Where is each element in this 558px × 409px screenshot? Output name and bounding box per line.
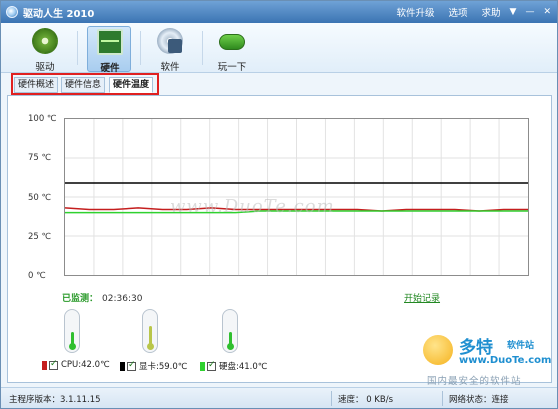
monitor-label: 已监测： — [62, 294, 99, 304]
cd-icon — [157, 28, 183, 54]
y-tick-label: 75 ℃ — [28, 153, 52, 163]
monitor-time: 02:36:30 — [102, 294, 143, 304]
thermometer-bulb — [69, 343, 76, 350]
tool-driver-label: 驱动 — [35, 62, 55, 73]
tool-play-button[interactable]: 玩一下 — [210, 26, 254, 73]
legend-gpu: 显卡:59.0℃ — [120, 360, 187, 372]
duote-url: www.DuoTe.com — [459, 355, 552, 366]
toolbar-divider — [77, 31, 78, 65]
thermometer-bulb — [227, 343, 234, 350]
watermark-text: www.DuoTe.com — [170, 196, 335, 217]
app-window: 驱动人生 2010 软件升级 选项 求助 ▼ — ✕ 驱动 硬件 软件 玩一下 — [0, 0, 558, 409]
status-version: 主程序版本：3.1.11.15 — [9, 395, 101, 405]
gear-icon — [32, 28, 58, 54]
tool-software-button[interactable]: 软件 — [148, 26, 192, 73]
toolbar-divider — [202, 31, 203, 65]
disk-thermometer — [222, 309, 238, 353]
close-icon[interactable]: ✕ — [543, 7, 551, 17]
y-tick-label: 50 ℃ — [28, 193, 52, 203]
legend-cpu-checkbox[interactable] — [49, 359, 58, 370]
y-tick-label: 0 ℃ — [28, 271, 46, 281]
legend-disk: 硬盘:41.0℃ — [200, 360, 267, 372]
duote-mascot-icon — [423, 335, 453, 365]
legend-disk-label: 硬盘:41.0℃ — [219, 362, 268, 372]
app-logo-icon — [6, 6, 18, 18]
minimize-icon[interactable]: — — [525, 7, 534, 17]
duote-logo: 多特 软件站 www.DuoTe.com 国内最安全的软件站 — [419, 331, 553, 387]
toolbar-divider — [140, 31, 141, 65]
monitor-pulse-icon — [97, 29, 123, 55]
tool-software-label: 软件 — [160, 62, 180, 73]
tab-hardware-overview[interactable]: 硬件概述 — [14, 77, 59, 93]
start-record-link[interactable]: 开始记录 — [404, 291, 440, 304]
y-tick-label: 25 ℃ — [28, 232, 52, 242]
duote-sub: 软件站 — [507, 341, 535, 351]
status-divider — [442, 391, 443, 406]
legend-swatch — [120, 361, 125, 371]
menu-dropdown-icon[interactable]: ▼ — [510, 7, 517, 17]
menu-help[interactable]: 求助 — [482, 5, 501, 19]
legend-cpu-label: CPU:42.0℃ — [61, 360, 110, 370]
y-tick-label: 100 ℃ — [28, 114, 57, 124]
tab-hardware-info[interactable]: 硬件信息 — [61, 77, 106, 93]
status-network: 网络状态：连接 — [449, 395, 509, 405]
legend-gpu-label: 显卡:59.0℃ — [139, 362, 188, 372]
title-bar: 驱动人生 2010 软件升级 选项 求助 ▼ — ✕ — [1, 1, 557, 23]
status-bar: 主程序版本：3.1.11.15 速度： 0 KB/s 网络状态：连接 — [1, 387, 557, 408]
gamepad-icon — [219, 34, 245, 50]
gpu-thermometer — [142, 309, 158, 353]
cpu-thermometer — [64, 309, 80, 353]
thermometer-bulb — [147, 343, 154, 350]
title-menu: 软件升级 选项 求助 ▼ — ✕ — [382, 1, 551, 23]
duote-slogan: 国内最安全的软件站 — [427, 376, 522, 387]
main-toolbar: 驱动 硬件 软件 玩一下 — [1, 23, 557, 74]
hardware-tab-strip: 硬件概述 硬件信息 硬件温度 — [11, 73, 159, 95]
legend-swatch — [200, 361, 205, 371]
tab-hardware-temperature[interactable]: 硬件温度 — [109, 77, 154, 93]
status-speed: 速度： 0 KB/s — [338, 395, 394, 405]
legend-gpu-checkbox[interactable] — [127, 360, 136, 371]
tool-hardware-button[interactable]: 硬件 — [87, 26, 131, 74]
menu-upgrade[interactable]: 软件升级 — [396, 5, 434, 19]
tool-play-label: 玩一下 — [217, 62, 247, 73]
monitor-duration: 已监测： 02:36:30 — [62, 291, 142, 304]
tool-hardware-label: 硬件 — [100, 63, 120, 74]
tool-driver-button[interactable]: 驱动 — [23, 26, 67, 73]
legend-cpu: CPU:42.0℃ — [42, 359, 110, 370]
app-title: 驱动人生 2010 — [23, 8, 95, 20]
status-divider — [331, 391, 332, 406]
menu-options[interactable]: 选项 — [449, 5, 468, 19]
legend-disk-checkbox[interactable] — [207, 360, 216, 371]
legend-swatch — [42, 360, 47, 370]
